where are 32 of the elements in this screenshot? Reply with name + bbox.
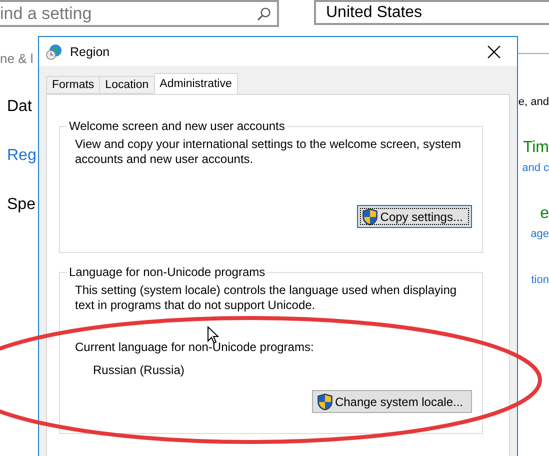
country-dropdown[interactable]: United States: [314, 0, 549, 25]
search-icon: [257, 6, 271, 20]
action-button[interactable]: Change system locale...: [312, 390, 472, 413]
settings-link[interactable]: tion: [531, 271, 549, 289]
search-field[interactable]: ind a setting: [0, 0, 279, 27]
dialog-title: Region: [70, 44, 111, 58]
nav-item[interactable]: Reg: [7, 146, 36, 166]
search-placeholder: ind a setting: [0, 4, 92, 24]
globe-icon: [46, 44, 62, 60]
group-title: Language for non-Unicode programs: [68, 265, 266, 279]
group-description: View and copy your international settings to the welcome screen, system accounts and new user accounts.: [75, 137, 462, 167]
nav-item[interactable]: Spe: [7, 195, 36, 215]
page-heading: ne & l: [0, 50, 34, 68]
section-heading: e: [540, 205, 549, 223]
current-language-label: Current language for non-Unicode programs:: [75, 340, 315, 354]
shield-icon: [362, 208, 378, 226]
settings-link[interactable]: age: [530, 225, 549, 243]
group-title: Welcome screen and new user accounts: [68, 119, 286, 133]
dropdown-value: United States: [326, 4, 422, 22]
group-description: This setting (system locale) controls the language used when displaying text in programs that do not support Unicode.: [75, 283, 458, 313]
description-text: e, and: [518, 95, 549, 110]
tab[interactable]: Formats: [46, 76, 100, 94]
action-button[interactable]: Copy settings...: [357, 205, 472, 228]
current-language-value: Russian (Russia): [93, 363, 186, 377]
settings-link[interactable]: and c: [522, 159, 549, 177]
shield-icon: [316, 392, 333, 410]
section-heading: Tim: [522, 139, 549, 157]
nav-item[interactable]: Dat: [7, 97, 32, 117]
tab[interactable]: Administrative: [154, 73, 238, 94]
tab[interactable]: Location: [99, 76, 155, 94]
cursor-icon: [207, 326, 219, 344]
close-icon: [487, 44, 501, 58]
